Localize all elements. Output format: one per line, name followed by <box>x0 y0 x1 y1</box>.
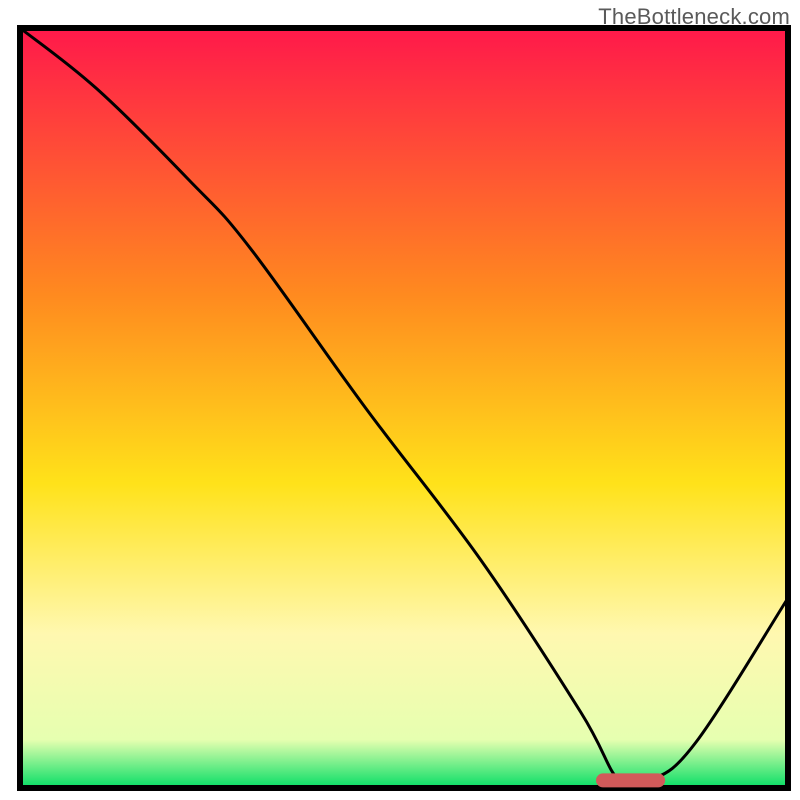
optimal-marker <box>596 773 665 787</box>
watermark-label: TheBottleneck.com <box>598 4 790 30</box>
chart-container: TheBottleneck.com <box>0 0 800 800</box>
chart-background <box>23 31 785 785</box>
bottleneck-chart <box>0 0 800 800</box>
